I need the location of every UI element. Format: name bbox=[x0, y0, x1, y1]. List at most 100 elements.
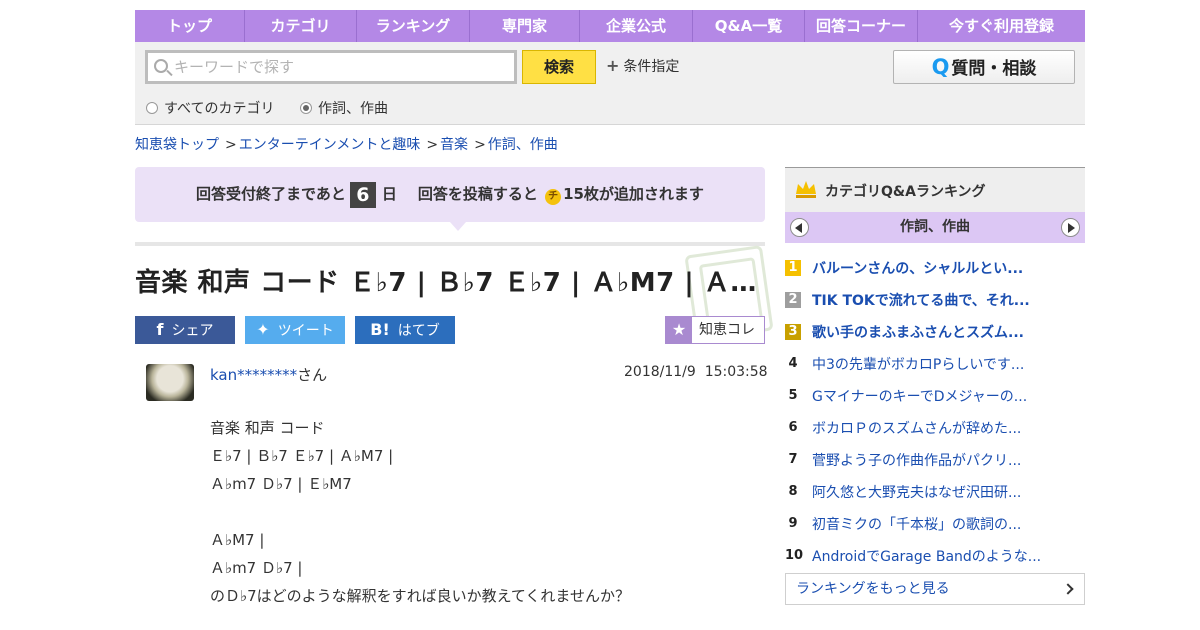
ranking-item[interactable]: 7 菅野よう子の作曲作品がパクリ... bbox=[785, 444, 1085, 476]
search-icon bbox=[154, 59, 168, 73]
ranking-link[interactable]: 中3の先輩がボカロPらしいです... bbox=[812, 354, 1024, 374]
scope-all-label: すべてのカテゴリ bbox=[164, 101, 275, 117]
nav-item-ranking[interactable]: ランキング bbox=[357, 10, 470, 42]
rank-number: 9 bbox=[788, 516, 798, 531]
search-box bbox=[145, 50, 517, 84]
ranking-link[interactable]: 菅野よう子の作曲作品がパクリ... bbox=[812, 450, 1021, 470]
chevron-right-icon bbox=[1062, 583, 1074, 595]
nav-item-official[interactable]: 企業公式 bbox=[580, 10, 693, 42]
global-nav: トップ カテゴリ ランキング 専門家 企業公式 Q&A一覧 回答コーナー 今すぐ… bbox=[135, 10, 1085, 42]
more-ranking-label: ランキングをもっと見る bbox=[796, 581, 950, 597]
hatena-label: はてブ bbox=[397, 323, 440, 339]
rank-number: 4 bbox=[788, 356, 798, 371]
breadcrumb-composition[interactable]: 作詞、作曲 bbox=[488, 137, 558, 153]
facebook-share-button[interactable]: f シェア bbox=[135, 316, 235, 344]
rank-number: 3 bbox=[785, 324, 801, 340]
search-button[interactable]: 検索 bbox=[522, 50, 596, 84]
ranking-item[interactable]: 5 GマイナーのキーでDメジャーの... bbox=[785, 380, 1085, 412]
crown-icon bbox=[796, 181, 816, 198]
ranking-title: カテゴリQ&Aランキング bbox=[825, 184, 986, 200]
radio-current[interactable] bbox=[300, 102, 312, 114]
search-area: 検索 +条件指定 Q質問・相談 すべてのカテゴリ 作詞、作曲 bbox=[135, 42, 1085, 125]
q-icon: Q bbox=[931, 55, 950, 79]
rank-number: 7 bbox=[788, 452, 798, 467]
body-line bbox=[210, 498, 750, 526]
ranking-item[interactable]: 4 中3の先輩がボカロPらしいです... bbox=[785, 348, 1085, 380]
author-link[interactable]: kan******** bbox=[210, 366, 297, 384]
body-line: Ａ♭M7 | bbox=[210, 531, 265, 549]
ranking-link[interactable]: GマイナーのキーでDメジャーの... bbox=[812, 386, 1027, 406]
conditions-link[interactable]: + 条件指定 bbox=[606, 56, 679, 76]
ranking-link[interactable]: 阿久悠と大野克夫はなぜ沢田研... bbox=[812, 482, 1021, 502]
breadcrumb-entertainment[interactable]: エンターテインメントと趣味 bbox=[239, 137, 421, 153]
ranking-item[interactable]: 6 ボカロＰのスズムさんが辞めた... bbox=[785, 412, 1085, 444]
nav-item-answer-corner[interactable]: 回答コーナー bbox=[805, 10, 918, 42]
ranking-link[interactable]: バルーンさんの、シャルルとい... bbox=[812, 258, 1023, 278]
nav-item-category[interactable]: カテゴリ bbox=[245, 10, 357, 42]
scope-current-label: 作詞、作曲 bbox=[318, 101, 388, 117]
ranking-link[interactable]: TIK TOKで流れてる曲で、それ... bbox=[812, 290, 1030, 310]
hatena-icon: B! bbox=[370, 320, 390, 339]
more-ranking-button[interactable]: ランキングをもっと見る bbox=[785, 573, 1085, 605]
rank-number: 1 bbox=[785, 260, 801, 276]
ranking-category-bar: 作詞、作曲 bbox=[785, 212, 1085, 243]
nav-item-top[interactable]: トップ bbox=[135, 10, 245, 42]
body-line: 音楽 和声 コード bbox=[210, 419, 325, 437]
days-remaining: 6 bbox=[349, 181, 376, 208]
divider bbox=[135, 242, 765, 246]
chie-collection-label: 知恵コレ bbox=[699, 322, 755, 338]
rank-number: 2 bbox=[785, 292, 801, 308]
post-time: 15:03:58 bbox=[704, 364, 768, 380]
notice-prefix: 回答受付終了まであと bbox=[196, 185, 346, 203]
breadcrumb-music[interactable]: 音楽 bbox=[440, 137, 468, 153]
radio-all[interactable] bbox=[146, 102, 158, 114]
question-body: 音楽 和声 コード Ｅ♭7 | Ｂ♭7 Ｅ♭7 | Ａ♭M7 | Ａ♭m7 Ｄ♭… bbox=[210, 414, 750, 610]
next-category-arrow-icon[interactable] bbox=[1061, 218, 1080, 237]
ranking-link[interactable]: 初音ミクの「千本桜」の歌詞の... bbox=[812, 514, 1021, 534]
chie-collection-button[interactable]: ★ 知恵コレ bbox=[665, 316, 765, 344]
ranking-list: 1 バルーンさんの、シャルルとい... 2 TIK TOKで流れてる曲で、それ...… bbox=[785, 252, 1085, 572]
ranking-item[interactable]: 8 阿久悠と大野克夫はなぜ沢田研... bbox=[785, 476, 1085, 508]
scope-all-option[interactable]: すべてのカテゴリ bbox=[146, 98, 274, 118]
ranking-item[interactable]: 10 AndroidでGarage Bandのような... bbox=[785, 540, 1085, 572]
facebook-icon: f bbox=[156, 320, 164, 339]
rank-number: 10 bbox=[785, 548, 804, 563]
ranking-link[interactable]: 歌い手のまふまふさんとスズム... bbox=[812, 322, 1024, 342]
ranking-item[interactable]: 1 バルーンさんの、シャルルとい... bbox=[785, 252, 1085, 284]
twitter-bird-icon: ✦ bbox=[256, 320, 270, 339]
search-input[interactable] bbox=[174, 55, 504, 79]
nav-item-qa-list[interactable]: Q&A一覧 bbox=[693, 10, 805, 42]
hatena-bookmark-button[interactable]: B! はてブ bbox=[355, 316, 455, 344]
notice-suffix: 15枚が追加されます bbox=[563, 185, 704, 203]
star-icon: ★ bbox=[666, 317, 692, 343]
ranking-item[interactable]: 2 TIK TOKで流れてる曲で、それ... bbox=[785, 284, 1085, 316]
ranking-link[interactable]: ボカロＰのスズムさんが辞めた... bbox=[812, 418, 1021, 438]
notice-day-unit: 日 bbox=[381, 185, 397, 203]
question-author: kan********さん bbox=[210, 364, 327, 385]
post-datetime: 2018/11/9 15:03:58 bbox=[624, 364, 768, 380]
ranking-item[interactable]: 3 歌い手のまふまふさんとスズム... bbox=[785, 316, 1085, 348]
prev-category-arrow-icon[interactable] bbox=[790, 218, 809, 237]
ask-question-button[interactable]: Q 質問・相談 bbox=[893, 50, 1075, 84]
notice-tail bbox=[450, 222, 466, 231]
rank-number: 5 bbox=[788, 388, 798, 403]
avatar[interactable] bbox=[146, 364, 194, 401]
breadcrumb-home[interactable]: 知恵袋トップ bbox=[135, 137, 219, 153]
conditions-label: 条件指定 bbox=[623, 59, 680, 75]
ranking-item[interactable]: 9 初音ミクの「千本桜」の歌詞の... bbox=[785, 508, 1085, 540]
ranking-category: 作詞、作曲 bbox=[900, 219, 970, 235]
twitter-share-label: ツイート bbox=[277, 323, 334, 339]
facebook-share-label: シェア bbox=[171, 323, 214, 339]
nav-item-experts[interactable]: 専門家 bbox=[470, 10, 580, 42]
author-suffix: さん bbox=[297, 366, 328, 384]
post-date: 2018/11/9 bbox=[624, 364, 696, 380]
ranking-header: カテゴリQ&Aランキング bbox=[785, 167, 1085, 212]
coin-icon: チ bbox=[545, 189, 562, 205]
ranking-link[interactable]: AndroidでGarage Bandのような... bbox=[812, 546, 1041, 566]
ask-question-label: 質問・相談 bbox=[951, 59, 1037, 79]
body-line: Ａ♭m7 Ｄ♭7 | bbox=[210, 559, 303, 577]
scope-current-option[interactable]: 作詞、作曲 bbox=[300, 98, 388, 118]
twitter-share-button[interactable]: ✦ ツイート bbox=[245, 316, 345, 344]
nav-item-register[interactable]: 今すぐ利用登録 bbox=[918, 10, 1085, 42]
question-title: 音楽 和声 コード Ｅ♭7 | Ｂ♭7 Ｅ♭7 | Ａ♭M7 | Ａ♭m7 Ｄ♭… bbox=[135, 268, 760, 298]
